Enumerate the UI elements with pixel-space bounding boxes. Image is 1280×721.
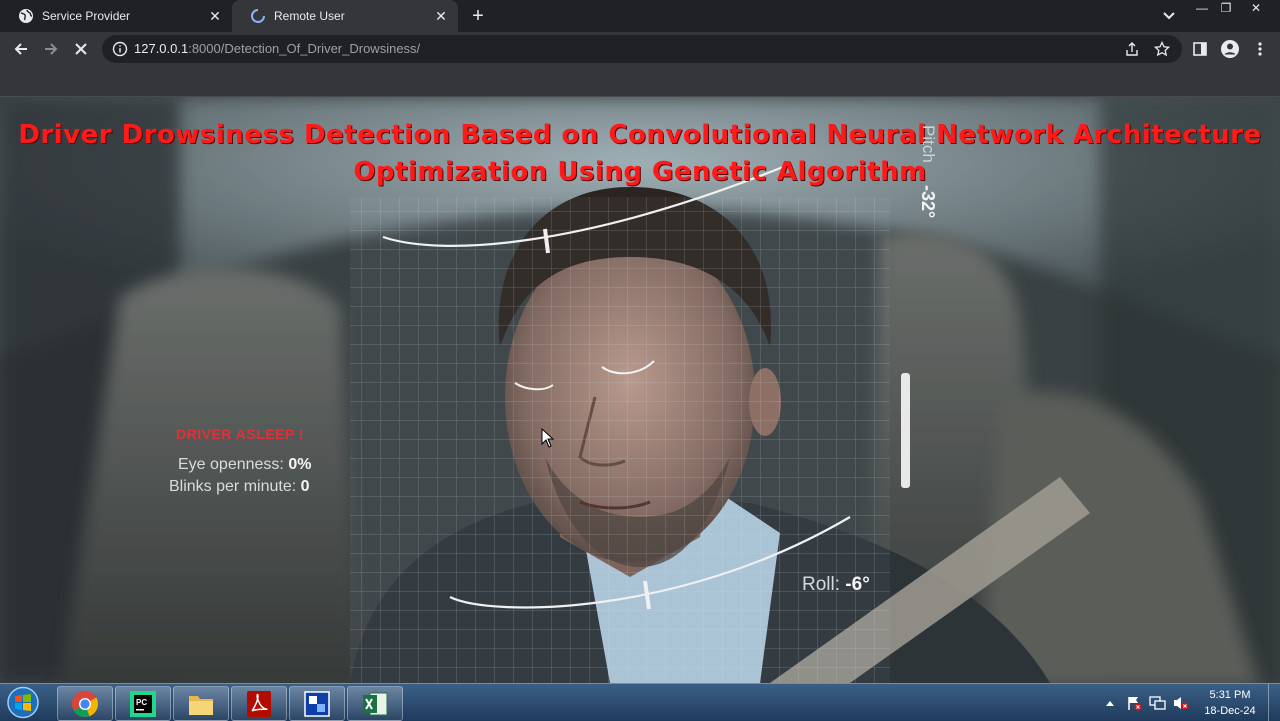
system-clock[interactable]: 5:31 PM 18-Dec-24 xyxy=(1196,687,1264,719)
tab-title: Remote User xyxy=(274,9,345,23)
eye-openness-label: Eye openness: xyxy=(178,456,284,473)
file-explorer-icon xyxy=(189,695,213,715)
eye-openness-readout: Eye openness: 0% xyxy=(178,456,311,474)
roll-value: -6° xyxy=(845,574,870,595)
volume-button[interactable] xyxy=(1171,684,1191,721)
start-orb-icon[interactable] xyxy=(3,685,43,720)
taskbar-chrome-button[interactable] xyxy=(57,686,113,721)
share-icon[interactable] xyxy=(1124,41,1140,57)
page-title-line2: Optimization Using Genetic Algorithm xyxy=(353,157,927,187)
blinks-value: 0 xyxy=(300,478,310,495)
close-tab-icon[interactable]: ✕ xyxy=(432,7,450,25)
flag-alert-icon xyxy=(1128,696,1142,710)
windows-taskbar: PC 5:31 PM 18-Dec-24 xyxy=(0,683,1280,721)
page-title: Driver Drowsiness Detection Based on Con… xyxy=(0,117,1280,191)
roll-readout: Roll: -6° xyxy=(802,574,870,596)
url-text: 127.0.0.1:8000/Detection_Of_Driver_Drows… xyxy=(134,41,420,56)
show-desktop-button[interactable] xyxy=(1268,684,1280,721)
bookmarks-bar xyxy=(0,66,1280,97)
tab-title: Service Provider xyxy=(42,9,131,23)
network-icon xyxy=(1149,695,1166,710)
tab-service-provider[interactable]: Service Provider ✕ xyxy=(0,0,232,32)
forward-arrow-icon xyxy=(45,43,58,55)
profile-avatar-icon[interactable] xyxy=(1220,39,1240,59)
driver-status-label: DRIVER ASLEEP ! xyxy=(176,426,305,442)
eye-openness-value: 0% xyxy=(288,456,312,473)
url-host: 127.0.0.1 xyxy=(134,41,189,56)
address-bar[interactable]: 127.0.0.1:8000/Detection_Of_Driver_Drows… xyxy=(102,35,1182,63)
svg-text:PC: PC xyxy=(136,698,147,707)
mouse-cursor-icon xyxy=(541,428,555,448)
page-title-line1: Driver Drowsiness Detection Based on Con… xyxy=(18,120,1262,150)
chevron-up-icon xyxy=(1106,700,1114,706)
stop-loading-button[interactable] xyxy=(69,38,93,60)
tab-search-chevron-icon[interactable] xyxy=(1160,8,1178,24)
url-path: :8000/Detection_Of_Driver_Drowsiness/ xyxy=(188,41,421,56)
network-button[interactable] xyxy=(1148,684,1168,721)
excel-icon xyxy=(363,692,388,715)
tab-strip: Service Provider ✕ Remote User ✕ + — ❐ ✕ xyxy=(0,0,1280,32)
clock-time: 5:31 PM xyxy=(1209,689,1251,701)
roll-label: Roll: xyxy=(802,574,841,595)
side-panel-icon[interactable] xyxy=(1190,39,1210,59)
pitch-value: -32° xyxy=(918,185,938,219)
bookmark-star-icon[interactable] xyxy=(1154,41,1170,57)
action-center-button[interactable] xyxy=(1124,684,1144,721)
site-info-icon[interactable] xyxy=(112,41,128,57)
minimize-icon[interactable]: — xyxy=(1190,0,1214,18)
close-window-icon[interactable]: ✕ xyxy=(1244,0,1268,18)
menu-kebab-icon[interactable] xyxy=(1250,39,1270,59)
adobe-reader-icon xyxy=(247,690,271,717)
globe-icon xyxy=(19,9,33,23)
back-arrow-icon xyxy=(14,43,27,55)
chrome-icon xyxy=(72,690,99,717)
loading-spinner-icon xyxy=(251,9,265,23)
blinks-label: Blinks per minute: xyxy=(169,478,297,495)
taskbar-acrobat-button[interactable] xyxy=(231,686,287,721)
forward-button[interactable] xyxy=(39,38,63,60)
volume-muted-icon xyxy=(1174,696,1189,709)
back-button[interactable] xyxy=(9,38,33,60)
taskbar-excel-button[interactable] xyxy=(347,686,403,721)
restore-icon[interactable]: ❐ xyxy=(1214,0,1238,18)
taskbar-explorer-button[interactable] xyxy=(173,686,229,721)
blinks-readout: Blinks per minute: 0 xyxy=(169,478,310,496)
page-viewport: Driver Drowsiness Detection Based on Con… xyxy=(0,97,1280,683)
browser-toolbar: 127.0.0.1:8000/Detection_Of_Driver_Drows… xyxy=(0,32,1280,66)
taskbar-remote-app-button[interactable] xyxy=(289,686,345,721)
show-hidden-icons-button[interactable] xyxy=(1103,684,1117,721)
pitch-label: Pitch xyxy=(919,125,938,163)
tab-remote-user[interactable]: Remote User ✕ xyxy=(232,0,458,32)
new-tab-button[interactable]: + xyxy=(467,6,489,28)
clock-date: 18-Dec-24 xyxy=(1204,705,1256,717)
stop-x-icon xyxy=(75,43,87,55)
close-tab-icon[interactable]: ✕ xyxy=(206,7,224,25)
remote-app-icon xyxy=(304,690,330,717)
pycharm-icon: PC xyxy=(130,690,156,717)
taskbar-pycharm-button[interactable]: PC xyxy=(115,686,171,721)
